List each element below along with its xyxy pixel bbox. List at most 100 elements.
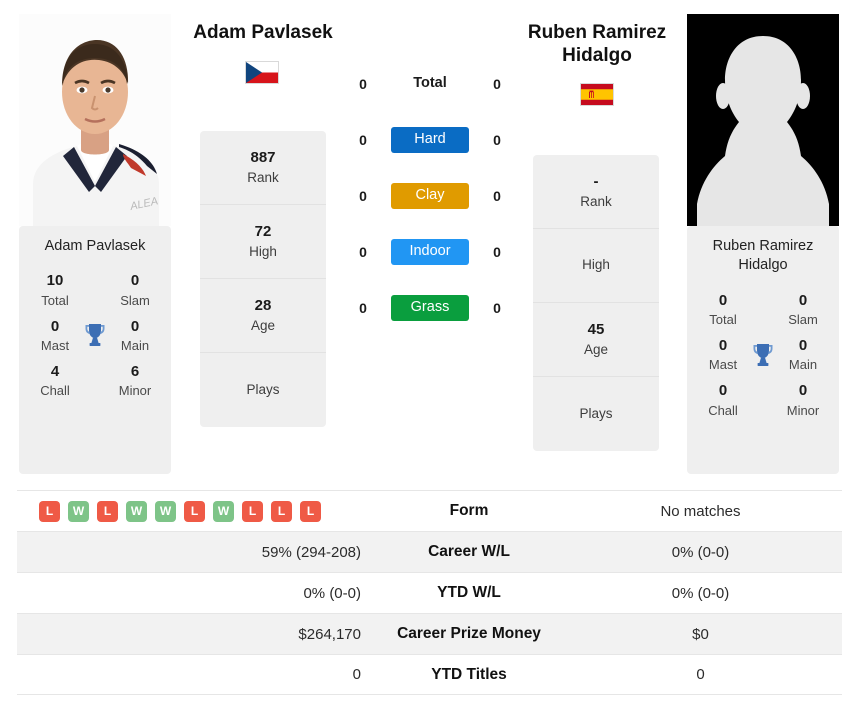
- form-badge-strip: LWLWWLWLLL: [17, 500, 379, 522]
- table-row: 0 YTD Titles 0: [17, 654, 842, 695]
- form-badge[interactable]: W: [155, 500, 176, 522]
- stat-label: Rank: [580, 193, 612, 209]
- surface-badge-indoor[interactable]: Indoor: [391, 239, 469, 265]
- trophy-chall-label: Chall: [708, 402, 738, 418]
- stat-value: -: [593, 172, 599, 190]
- left-player-name: Adam Pavlasek: [193, 22, 333, 43]
- left-player-photo-wrap: ALEA: [19, 14, 171, 226]
- left-photo-caption: Adam Pavlasek: [44, 238, 146, 254]
- stat-row-label: YTD W/L: [437, 584, 501, 601]
- trophy-total: 10 Total: [28, 271, 82, 309]
- right-player-trophy-card: Ruben Ramirez Hidalgo 0 Total 0 Slam 0 M…: [687, 226, 839, 474]
- trophy-minor: 0 Minor: [776, 381, 830, 419]
- stat-cell-rank: - Rank: [533, 155, 659, 229]
- trophy-main-value: 0: [798, 337, 808, 354]
- trophy-minor-label: Minor: [786, 402, 820, 418]
- form-badge[interactable]: W: [68, 500, 89, 522]
- surface-badge-holder: Grass: [386, 295, 474, 321]
- stat-cell-high: High: [533, 229, 659, 303]
- right-player-photo: [687, 14, 839, 226]
- stat-label: Plays: [246, 381, 280, 397]
- right-player-cell: $0: [692, 625, 709, 643]
- czech-republic-flag-icon: [245, 61, 279, 84]
- right-trophy-grid: 0 Total 0 Slam 0 Mast 0 Main 0 Chall 0 M…: [687, 280, 839, 420]
- surface-left-value: 0: [359, 132, 367, 148]
- surface-right-value: 0: [493, 244, 501, 260]
- stat-label: High: [582, 257, 610, 273]
- trophy-row-chall-minor: 0 Chall 0 Minor: [687, 381, 839, 419]
- trophy-main: 0 Main: [108, 317, 162, 355]
- trophy-chall-label: Chall: [40, 383, 70, 399]
- surface-right-value: 0: [493, 188, 501, 204]
- surface-right-value: 0: [493, 76, 501, 92]
- trophy-row-total-slam: 10 Total 0 Slam: [19, 271, 171, 309]
- avatar-placeholder-icon: [687, 14, 839, 226]
- trophy-chall-value: 0: [718, 382, 728, 400]
- trophy-mast-label: Mast: [40, 337, 70, 353]
- table-row: 59% (294-208) Career W/L 0% (0-0): [17, 531, 842, 572]
- stat-row-label: Career Prize Money: [397, 625, 541, 642]
- surface-badge-holder: Total: [386, 71, 474, 97]
- trophy-slam-value: 0: [130, 272, 140, 290]
- surface-row-indoor: 0 Indoor 0: [340, 224, 520, 280]
- stat-row-label: Form: [449, 502, 489, 519]
- surface-row-hard: 0 Hard 0: [340, 112, 520, 168]
- left-player-cell: 0% (0-0): [303, 584, 361, 602]
- trophy-total-value: 10: [46, 272, 64, 290]
- form-badge[interactable]: L: [39, 500, 60, 522]
- surface-left-value: 0: [359, 300, 367, 316]
- surface-breakdown: 0 Total 0 0 Hard 0 0 Clay 0 0 Indoor 0 0 Grass 0: [340, 56, 520, 336]
- trophy-total-value: 0: [718, 291, 728, 309]
- trophy-row-chall-minor: 4 Chall 6 Minor: [19, 362, 171, 400]
- surface-right-value: 0: [493, 132, 501, 148]
- stat-cell-age: 28 Age: [200, 279, 326, 353]
- stat-cell-high: 72 High: [200, 205, 326, 279]
- surface-left-value: 0: [359, 188, 367, 204]
- stat-value: 887: [250, 148, 276, 166]
- trophy-mast: 0 Mast: [28, 317, 82, 355]
- stat-row-label: YTD Titles: [431, 665, 507, 683]
- surface-badge-clay[interactable]: Clay: [391, 183, 469, 209]
- right-player-name: Ruben Ramirez Hidalgo: [527, 22, 667, 66]
- trophy-mast-value: 0: [50, 317, 60, 335]
- stat-value: 45: [587, 320, 605, 338]
- table-row: 0% (0-0) YTD W/L 0% (0-0): [17, 572, 842, 613]
- trophy-mast-label: Mast: [708, 357, 738, 373]
- left-player-stat-column: 887 Rank 72 High 28 Age Plays: [200, 131, 326, 427]
- surface-badge-total: Total: [413, 75, 447, 92]
- form-badge[interactable]: L: [97, 500, 118, 522]
- surface-badge-holder: Indoor: [386, 239, 474, 265]
- trophy-mast-value: 0: [718, 337, 728, 354]
- surface-badge-holder: Hard: [386, 127, 474, 153]
- right-player-stat-column: - Rank High 45 Age Plays: [533, 155, 659, 451]
- trophy-main-value: 0: [130, 317, 140, 335]
- left-player-trophy-card: Adam Pavlasek 10 Total 0 Slam 0 Mast 0 M…: [19, 226, 171, 474]
- surface-left-value: 0: [359, 244, 367, 260]
- form-badge[interactable]: L: [271, 500, 292, 522]
- trophy-slam-label: Slam: [788, 311, 818, 327]
- form-badge[interactable]: W: [213, 500, 234, 522]
- stat-label: High: [249, 243, 277, 259]
- form-badge[interactable]: L: [242, 500, 263, 522]
- surface-badge-holder: Clay: [386, 183, 474, 209]
- right-player-cell: 0% (0-0): [671, 543, 730, 561]
- form-badge[interactable]: L: [300, 500, 321, 522]
- trophy-chall: 0 Chall: [696, 381, 750, 419]
- surface-badge-grass[interactable]: Grass: [391, 295, 469, 321]
- surface-badge-hard[interactable]: Hard: [391, 127, 469, 153]
- trophy-minor-label: Minor: [118, 383, 152, 399]
- trophy-slam: 0 Slam: [108, 271, 162, 309]
- stat-value: 72: [254, 222, 272, 240]
- stat-label: Age: [583, 341, 609, 357]
- right-player-cell: No matches: [660, 502, 741, 520]
- trophy-slam: 0 Slam: [776, 291, 830, 329]
- comparison-table: L W L W W L W L L L Form No matches 59% (294-208) Car…: [17, 490, 842, 695]
- stat-row-label: Career W/L: [428, 543, 510, 560]
- form-badge[interactable]: W: [126, 500, 147, 522]
- form-badge[interactable]: L: [184, 500, 205, 522]
- right-player-cell: 0: [696, 666, 705, 683]
- trophy-total-label: Total: [709, 311, 737, 327]
- stat-cell-plays: Plays: [200, 353, 326, 427]
- stat-label: Age: [250, 317, 276, 333]
- stat-cell-plays: Plays: [533, 377, 659, 451]
